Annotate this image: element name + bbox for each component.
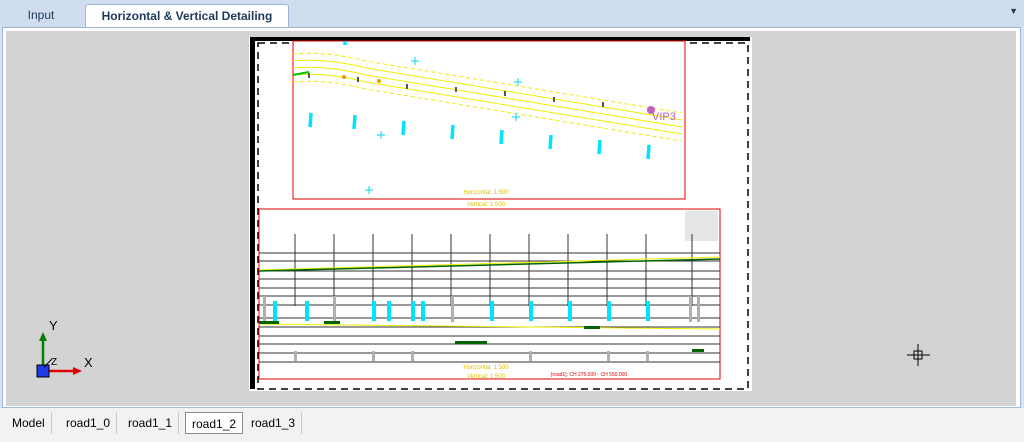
- sheet-edge-left: [250, 37, 255, 389]
- profile-scale-vertical: Vertical: 1:500: [467, 374, 506, 380]
- ucs-y-label: Y: [49, 318, 58, 333]
- layout-tab-road1-0[interactable]: road1_0: [60, 412, 118, 434]
- vip-label: VIP3: [652, 111, 676, 123]
- ucs-x-label: X: [84, 355, 93, 370]
- tab-horizontal-vertical-detailing[interactable]: Horizontal & Vertical Detailing: [85, 4, 289, 28]
- drawing-viewport[interactable]: VIP3 Horizontal: 1:500 Vertical: 1:500 H…: [6, 31, 1016, 406]
- chevron-down-icon[interactable]: ▼: [1009, 6, 1018, 16]
- sheet-edge-top: [250, 37, 750, 41]
- profile-header-block: [685, 211, 718, 241]
- tab-input[interactable]: Input: [2, 4, 80, 27]
- drawing-canvas[interactable]: VIP3 Horizontal: 1:500 Vertical: 1:500 H…: [6, 31, 1016, 406]
- ucs-icon: Y X Z: [36, 318, 93, 378]
- profile-scale-horizontal: Horizontal: 1:500: [463, 365, 509, 371]
- layout-tab-model[interactable]: Model: [6, 412, 52, 434]
- plan-scale-vertical: Vertical: 1:500: [467, 202, 506, 208]
- layout-tab-bar: Model road1_0 road1_1 road1_2 road1_3: [0, 408, 1024, 442]
- ucs-z-label: Z: [51, 357, 57, 368]
- plan-scale-horizontal: Horizontal: 1:500: [463, 190, 509, 196]
- crosshair-cursor-icon: [907, 344, 930, 366]
- layout-tab-road1-3[interactable]: road1_3: [245, 412, 303, 434]
- chainage-label: [road1]: CH 275.000 - CH 550.000: [551, 372, 627, 378]
- tab-bar: Input Horizontal & Vertical Detailing ▼: [0, 0, 1024, 28]
- layout-tab-road1-2[interactable]: road1_2: [185, 412, 244, 434]
- layout-tab-road1-1[interactable]: road1_1: [122, 412, 180, 434]
